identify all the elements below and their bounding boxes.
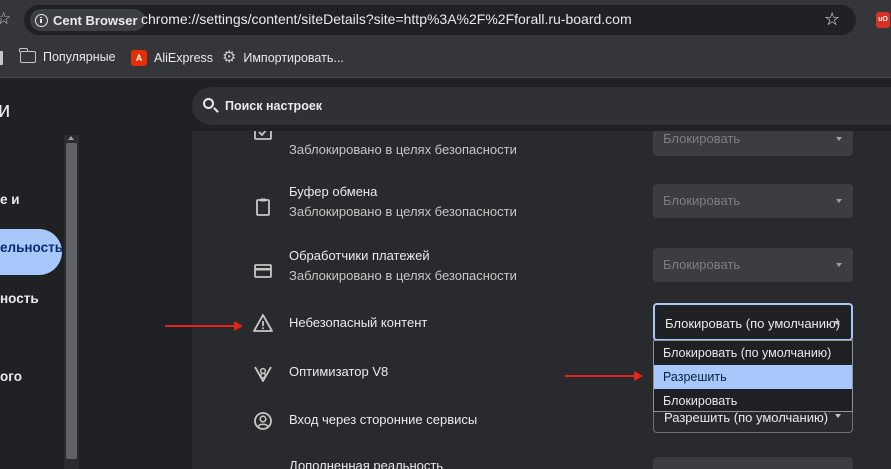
select-value: Блокировать (по умолчанию) <box>665 316 841 331</box>
scroll-up-icon[interactable] <box>68 136 74 140</box>
bookmarks-bar: Популярные A AliExpress ⚙ Импортировать.… <box>0 40 891 78</box>
search-icon <box>203 98 214 109</box>
folder-icon <box>19 48 36 63</box>
nav-item-c[interactable]: ность <box>0 291 39 306</box>
row-subtitle: Заблокировано в целях безопасности <box>289 268 517 283</box>
scrollbar-thumb[interactable] <box>66 143 77 459</box>
row-subtitle: Заблокировано в целях безопасности <box>289 142 517 157</box>
dropdown-option-allow[interactable]: Разрешить <box>654 365 852 389</box>
caret-icon <box>835 414 841 418</box>
info-icon <box>35 13 48 27</box>
select-value: Блокировать <box>663 131 741 146</box>
bookmark-popular[interactable]: Популярные <box>19 48 116 64</box>
warning-icon <box>253 314 273 332</box>
site-info-chip[interactable]: Cent Browser <box>30 9 145 31</box>
permission-row-clipboard: Буфер обмена Заблокировано в целях безоп… <box>192 183 891 247</box>
dropdown-option-block[interactable]: Блокировать <box>654 389 852 413</box>
select-value: Блокировать <box>663 193 741 208</box>
bookmark-star-icon[interactable]: ☆ <box>824 9 840 30</box>
search-input[interactable]: Поиск настроек <box>225 99 322 113</box>
cut-off-icon <box>0 51 3 65</box>
clipboard-select: Блокировать <box>653 184 853 218</box>
bookmark-label: AliExpress <box>154 51 214 65</box>
nav-item-d[interactable]: ого <box>0 369 22 384</box>
permission-select: Блокировать <box>653 131 853 156</box>
caret-icon <box>836 263 842 267</box>
annotation-arrow-right <box>565 371 643 381</box>
account-icon <box>254 412 272 430</box>
star-icon[interactable]: ☆ <box>0 9 11 29</box>
row-title: Буфер обмена <box>289 184 378 199</box>
v8-icon <box>254 366 272 382</box>
permission-row-payment: Обработчики платежей Заблокировано в цел… <box>192 247 891 311</box>
ublock-extension-icon[interactable]: uO <box>876 12 890 28</box>
ar-select <box>653 457 853 469</box>
url-text[interactable]: chrome://settings/content/siteDetails?si… <box>141 11 632 27</box>
caret-icon <box>836 137 842 141</box>
gear-icon: ⚙ <box>222 49 237 66</box>
credit-card-icon <box>254 264 272 278</box>
search-box[interactable]: Поиск настроек <box>192 87 891 125</box>
nav-item-a[interactable]: е и <box>0 192 20 207</box>
address-bar[interactable]: Cent Browser chrome://settings/content/s… <box>24 5 856 35</box>
row-title: Дополненная реальность <box>289 458 444 469</box>
insecure-content-select[interactable]: Блокировать (по умолчанию) <box>653 303 853 341</box>
row-title: Небезопасный контент <box>289 315 428 330</box>
permission-row-ar: Дополненная реальность <box>192 447 891 469</box>
caret-icon <box>836 199 842 203</box>
bookmark-label: Импортировать... <box>243 51 344 65</box>
dropdown-option-block-default[interactable]: Блокировать (по умолчанию) <box>654 341 852 365</box>
permission-row: Заблокировано в целях безопасности Блоки… <box>192 131 891 173</box>
browser-toolbar: ☆ Cent Browser chrome://settings/content… <box>0 0 891 40</box>
payment-select: Блокировать <box>653 248 853 282</box>
site-chip-label: Cent Browser <box>53 12 138 28</box>
bookmark-aliexpress[interactable]: A AliExpress <box>131 50 213 66</box>
annotation-arrow-left <box>165 321 243 331</box>
dropdown-listbox: Блокировать (по умолчанию) Разрешить Бло… <box>653 340 853 412</box>
row-subtitle: Заблокировано в целях безопасности <box>289 204 517 219</box>
site-permissions-card: Заблокировано в целях безопасности Блоки… <box>192 131 891 469</box>
select-value: Блокировать <box>663 257 741 272</box>
bookmark-import[interactable]: ⚙ Импортировать... <box>222 50 344 66</box>
settings-title: и <box>0 97 11 122</box>
row-title: Оптимизатор V8 <box>289 364 389 379</box>
sidebar-scrollbar[interactable] <box>64 135 79 469</box>
settings-page: и Поиск настроек е и ельность и ность ог… <box>0 79 891 469</box>
clipboard-icon <box>256 198 270 216</box>
row-title: Обработчики платежей <box>289 248 430 263</box>
window-icon <box>254 131 272 140</box>
bookmark-label: Популярные <box>43 50 116 64</box>
caret-icon <box>834 321 840 325</box>
nav-item-privacy[interactable]: ельность и <box>0 229 75 275</box>
row-title: Вход через сторонние сервисы <box>289 412 478 427</box>
aliexpress-icon: A <box>131 50 147 66</box>
